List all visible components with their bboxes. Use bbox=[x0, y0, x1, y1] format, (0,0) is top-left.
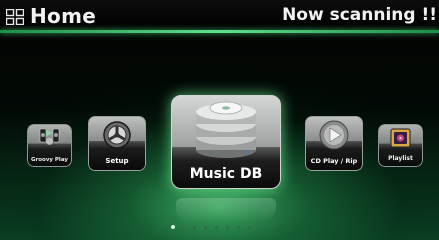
page-dot[interactable] bbox=[215, 226, 218, 229]
menu-grid-icon[interactable] bbox=[6, 9, 24, 25]
menu-item-label: CD Play / Rip bbox=[310, 157, 358, 165]
page-dot[interactable] bbox=[259, 226, 262, 229]
page-dot[interactable] bbox=[171, 225, 175, 229]
menu-item-setup[interactable]: Setup bbox=[88, 116, 146, 171]
page-dot[interactable] bbox=[237, 226, 240, 229]
music-db-icon bbox=[196, 101, 256, 158]
playlist-icon bbox=[390, 128, 411, 148]
menu-item-label: Groovy Play bbox=[31, 157, 68, 163]
page-dot[interactable] bbox=[204, 226, 207, 229]
page-title: Home bbox=[30, 4, 97, 28]
page-dot[interactable] bbox=[226, 226, 229, 229]
header-divider bbox=[0, 30, 439, 33]
cd-play-icon bbox=[319, 120, 349, 150]
groovy-play-icon bbox=[39, 128, 60, 146]
setup-icon bbox=[103, 121, 131, 149]
menu-item-groovy-play[interactable]: Groovy Play bbox=[27, 124, 72, 167]
menu-item-playlist[interactable]: Playlist bbox=[378, 124, 423, 167]
menu-item-label: Playlist bbox=[388, 155, 413, 162]
menu-item-label: Setup bbox=[105, 157, 129, 165]
page-indicator bbox=[167, 224, 287, 232]
page-dot[interactable] bbox=[193, 226, 196, 229]
header-bar: Home Now scanning !! bbox=[0, 0, 439, 33]
home-screen: Home Now scanning !! Groovy Play Setup M… bbox=[0, 0, 439, 240]
page-dot[interactable] bbox=[182, 226, 185, 229]
menu-item-music-db[interactable]: Music DB bbox=[171, 95, 281, 189]
selected-tile-reflection bbox=[176, 198, 276, 222]
menu-item-label: Music DB bbox=[189, 166, 263, 182]
page-dot[interactable] bbox=[248, 226, 251, 229]
menu-item-cd-play-rip[interactable]: CD Play / Rip bbox=[305, 116, 363, 171]
page-dot[interactable] bbox=[270, 226, 273, 229]
scan-status-text: Now scanning !! bbox=[282, 5, 437, 25]
